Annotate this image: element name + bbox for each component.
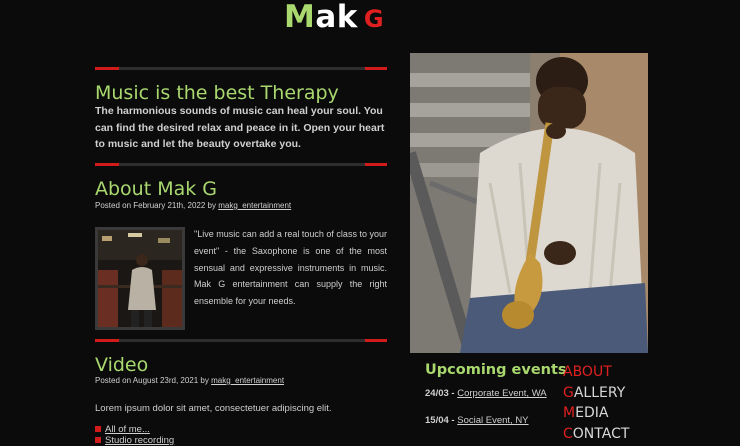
about-title: About Mak G — [95, 178, 218, 200]
musician-thumbnail — [95, 227, 185, 330]
main-nav: ABOUT GALLERY MEDIA CONTACT — [563, 362, 629, 444]
video-link-list: All of me... Studio recording — [95, 424, 174, 446]
about-author-link[interactable]: makg_entertainment — [218, 201, 291, 210]
hero-title: Music is the best Therapy — [95, 82, 339, 104]
red-bullet-icon — [95, 426, 101, 433]
event-date: 15/04 — [425, 415, 449, 426]
logo-letter-g: G — [363, 5, 385, 33]
nav-about[interactable]: ABOUT — [563, 362, 629, 383]
about-quote: "Live music can add a real touch of clas… — [194, 229, 387, 307]
event-link[interactable]: Corporate Event, WA — [457, 388, 546, 399]
about-post-meta: Posted on February 21th, 2022 by makg_en… — [95, 201, 291, 210]
hero-text: The harmonious sounds of music can heal … — [95, 105, 385, 150]
video-posted-date: Posted on August 23rd, 2021 by — [95, 376, 209, 385]
upcoming-events-title: Upcoming events — [425, 362, 567, 378]
section-divider — [95, 339, 387, 342]
about-posted-date: Posted on February 21th, 2022 by — [95, 201, 216, 210]
event-link[interactable]: Social Event, NY — [457, 415, 528, 426]
logo-letter-m: M — [284, 0, 316, 35]
event-item: 24/03 - Corporate Event, WA — [425, 388, 547, 399]
video-description: Lorem ipsum dolor sit amet, consectetuer… — [95, 403, 332, 414]
nav-gallery[interactable]: GALLERY — [563, 383, 629, 404]
video-post-meta: Posted on August 23rd, 2021 by makg_ente… — [95, 376, 284, 385]
saxophonist-photo — [410, 53, 648, 353]
event-date: 24/03 — [425, 388, 449, 399]
section-divider — [95, 163, 387, 166]
logo-letters-ak: ak — [315, 0, 358, 35]
red-bullet-icon — [95, 437, 101, 444]
video-link-item[interactable]: Studio recording — [95, 435, 174, 446]
event-item: 15/04 - Social Event, NY — [425, 415, 529, 426]
nav-contact[interactable]: CONTACT — [563, 424, 629, 445]
video-title: Video — [95, 354, 149, 376]
nav-media[interactable]: MEDIA — [563, 403, 629, 424]
video-link-item[interactable]: All of me... — [95, 424, 174, 435]
section-divider — [95, 67, 387, 70]
site-logo[interactable]: Mak G — [284, 0, 384, 36]
video-author-link[interactable]: makg_entertainment — [211, 376, 284, 385]
